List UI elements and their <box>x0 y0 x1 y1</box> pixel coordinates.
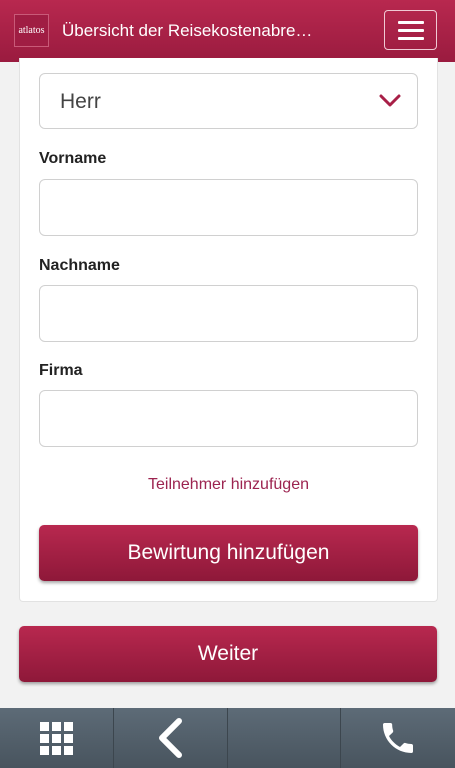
apps-grid-icon <box>39 721 73 755</box>
lastname-label: Nachname <box>39 257 120 274</box>
empty-toolbar-slot <box>228 708 342 768</box>
salutation-select[interactable]: Herr <box>39 73 418 129</box>
back-button[interactable] <box>114 708 228 768</box>
firstname-label: Vorname <box>39 150 107 167</box>
chevron-down-icon <box>379 94 401 107</box>
add-hospitality-button[interactable]: Bewirtung hinzufügen <box>39 525 418 581</box>
phone-icon <box>383 723 414 753</box>
page-title: Übersicht der Reisekostenabre… <box>62 21 313 40</box>
next-button[interactable]: Weiter <box>19 626 437 682</box>
bottom-toolbar <box>0 708 455 768</box>
lastname-input[interactable] <box>39 285 418 342</box>
salutation-value: Herr <box>60 90 101 113</box>
firstname-input[interactable] <box>39 179 418 236</box>
menu-bar <box>397 36 424 40</box>
back-chevron-icon <box>159 718 183 758</box>
atlatos-logo[interactable]: atlatos <box>14 14 49 47</box>
add-participant-link[interactable]: Teilnehmer hinzufügen <box>39 476 418 494</box>
menu-bar <box>397 28 424 32</box>
app-header: atlatos Übersicht der Reisekostenabre… <box>0 0 455 62</box>
company-input[interactable] <box>39 390 418 447</box>
company-label: Firma <box>39 362 83 379</box>
call-button[interactable] <box>341 708 455 768</box>
apps-button[interactable] <box>0 708 114 768</box>
hamburger-menu-button[interactable] <box>384 10 437 50</box>
menu-bar <box>397 20 424 24</box>
